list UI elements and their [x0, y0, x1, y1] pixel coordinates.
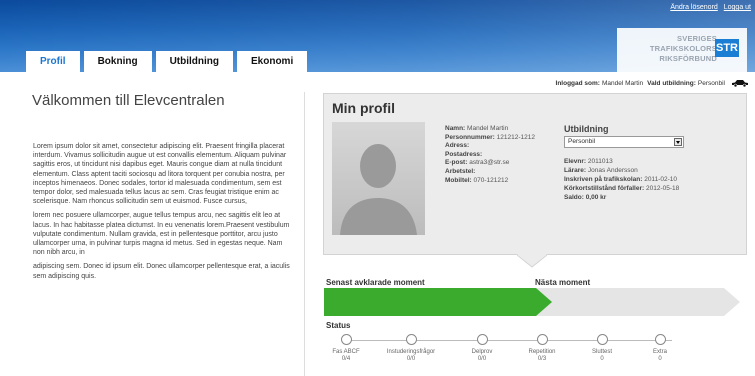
avatar: [332, 122, 425, 235]
intro-paragraph: lorem nec posuere ullamcorper, augue tel…: [33, 212, 290, 257]
status-step: Delprov 0/0: [452, 334, 512, 362]
balance-value: 0,00 kr: [585, 194, 607, 201]
tab-utbildning[interactable]: Utbildning: [155, 51, 233, 72]
last-completed-label: Senast avklarade moment: [326, 278, 425, 287]
status-title: Status: [326, 321, 351, 330]
status-dot[interactable]: [654, 334, 666, 345]
education-title: Utbildning: [564, 124, 609, 134]
personnummer-value: 121212-1212: [496, 133, 535, 141]
car-icon: [732, 80, 748, 87]
mobile-value: 070-121212: [473, 176, 509, 184]
change-password-link[interactable]: Ändra lösenord: [670, 4, 717, 11]
status-step: Instuderingsfrågor 0/0: [381, 334, 441, 362]
moment-progress: [324, 288, 740, 316]
intro-paragraph: Lorem ipsum dolor sit amet, consectetur …: [33, 143, 287, 206]
completed-moment-arrow: [324, 288, 552, 316]
top-links: Ändra lösenord Logga ut: [666, 4, 751, 11]
panel-pointer-arrow: [517, 254, 547, 268]
str-logo: SVERIGES TRAFIKSKOLORS RIKSFÖRBUND STR: [617, 28, 747, 72]
logged-in-user: Mandel Martin: [601, 79, 644, 87]
status-dot[interactable]: [476, 334, 488, 345]
person-silhouette-icon: [340, 144, 417, 235]
name-value: Mandel Martin: [467, 125, 509, 132]
intro-text: Lorem ipsum dolor sit amet, consectetur …: [33, 142, 293, 286]
intro-paragraph: adipiscing sem. Donec id ipsum elit. Don…: [33, 263, 290, 280]
status-dot[interactable]: [340, 334, 352, 345]
status-step: Sluttest 0: [572, 334, 632, 362]
next-moment-label: Nästa moment: [535, 278, 591, 287]
profile-title: Min profil: [332, 100, 395, 116]
status-dot[interactable]: [596, 334, 608, 345]
status-dot[interactable]: [405, 334, 417, 345]
status-step: Fas ABCF 0/4: [316, 334, 376, 362]
education-details: Elevnr: 2011013 Lärare: Jonas Andersson …: [564, 158, 680, 201]
profile-panel: Min profil Namn: Mandel Martin Personnum…: [323, 93, 747, 255]
chevron-down-icon[interactable]: [674, 138, 682, 146]
main-tabs: Profil Bokning Utbildning Ekonomi: [26, 51, 311, 72]
next-moment-arrow: [536, 288, 740, 316]
page-title: Välkommen till Elevcentralen: [32, 92, 225, 109]
tab-profil[interactable]: Profil: [26, 51, 80, 72]
selected-education: Personbil: [697, 79, 725, 87]
status-dot[interactable]: [536, 334, 548, 345]
status-step: Extra 0: [630, 334, 690, 362]
email-value: astra3@str.se: [469, 159, 510, 167]
login-info: Inloggad som: Mandel Martin Vald utbildn…: [556, 79, 749, 87]
personal-info: Namn: Mandel Martin Personnummer: 121212…: [445, 125, 535, 184]
status-step: Repetition 0/3: [512, 334, 572, 362]
logout-link[interactable]: Logga ut: [724, 4, 751, 11]
logo-text: SVERIGES TRAFIKSKOLORS RIKSFÖRBUND: [649, 34, 717, 63]
logo-mark: STR: [715, 39, 739, 57]
tab-ekonomi[interactable]: Ekonomi: [237, 51, 308, 72]
tab-bokning[interactable]: Bokning: [83, 51, 152, 72]
education-select[interactable]: Personbil: [564, 136, 684, 148]
column-divider: [304, 92, 305, 376]
